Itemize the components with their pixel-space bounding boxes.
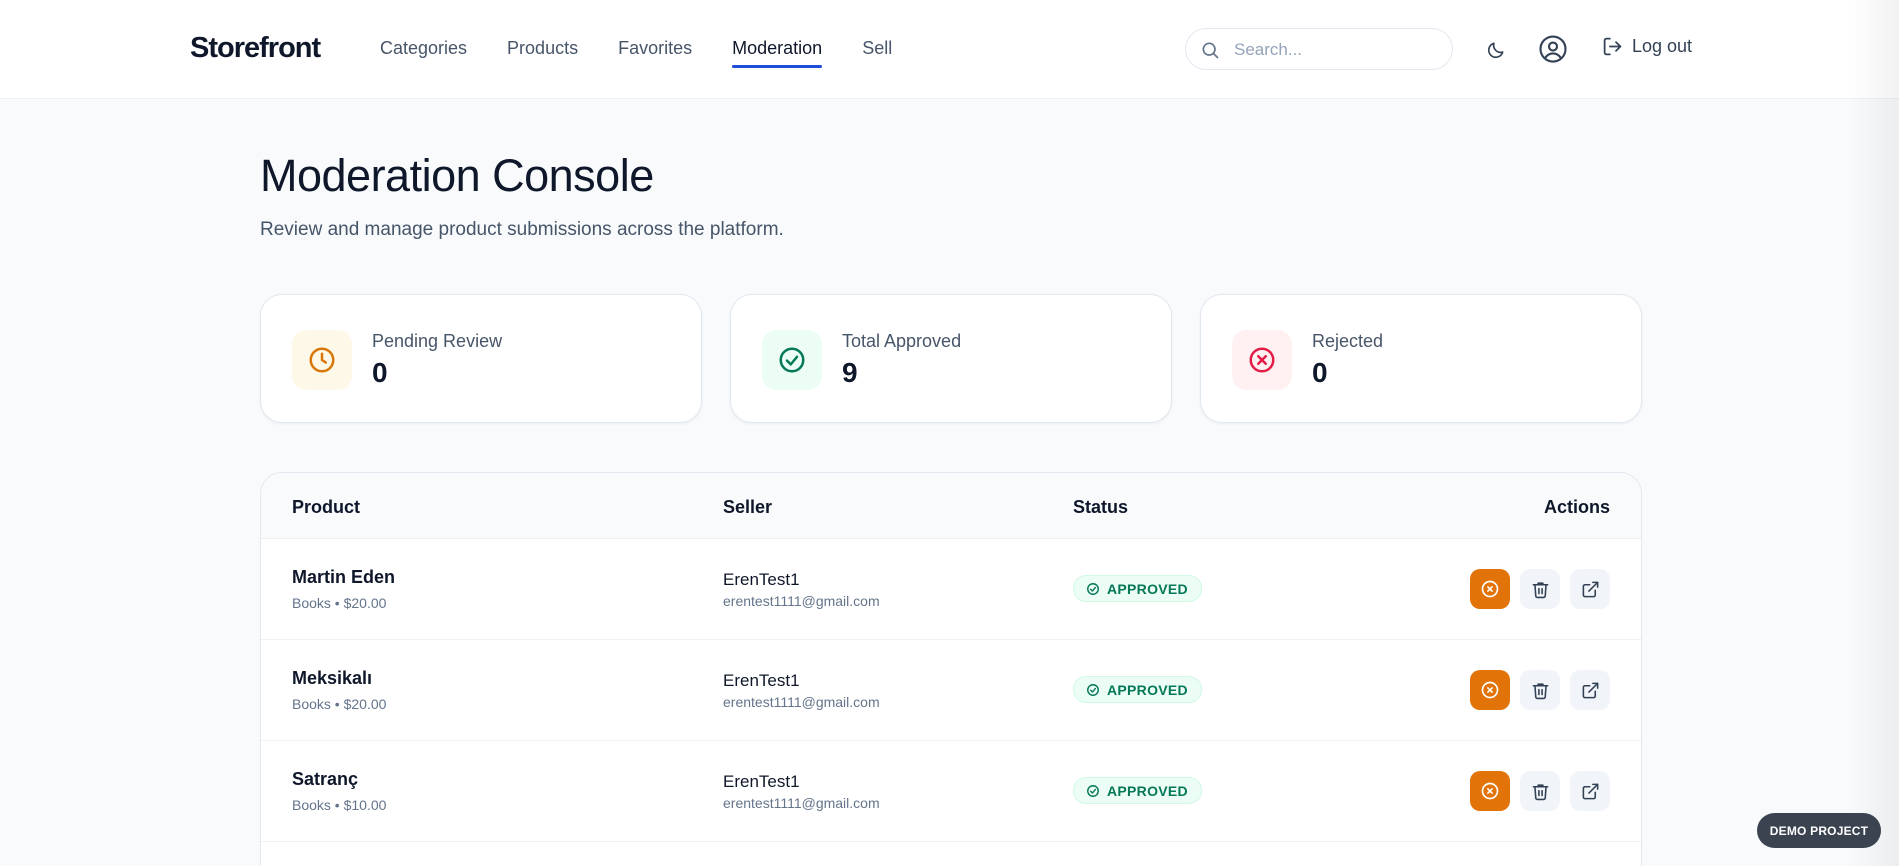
demo-project-badge[interactable]: DEMO PROJECT bbox=[1757, 813, 1881, 848]
main-nav: Categories Products Favorites Moderation… bbox=[380, 38, 932, 68]
product-meta: Books • $10.00 bbox=[292, 797, 387, 813]
column-header-status: Status bbox=[1073, 497, 1129, 517]
reject-button[interactable] bbox=[1470, 771, 1510, 811]
x-circle-icon bbox=[1481, 782, 1499, 800]
x-circle-icon bbox=[1481, 681, 1499, 699]
stat-card-approved: Total Approved 9 bbox=[730, 294, 1172, 423]
status-badge: APPROVED bbox=[1073, 575, 1202, 602]
delete-button[interactable] bbox=[1520, 670, 1560, 710]
seller-email: erentest1111@gmail.com bbox=[723, 593, 880, 609]
external-link-icon bbox=[1582, 682, 1598, 698]
stat-value: 0 bbox=[372, 357, 388, 388]
product-name: Martin Eden bbox=[292, 567, 396, 587]
logout-icon bbox=[1603, 37, 1622, 56]
open-external-button[interactable] bbox=[1570, 670, 1610, 710]
stat-card-rejected: Rejected 0 bbox=[1200, 294, 1642, 423]
logout-label: Log out bbox=[1632, 36, 1693, 56]
external-link-icon bbox=[1582, 581, 1598, 597]
status-badge: APPROVED bbox=[1073, 676, 1202, 703]
product-name: Satranç bbox=[292, 769, 359, 789]
nav-categories[interactable]: Categories bbox=[380, 38, 467, 68]
page-subtitle: Review and manage product submissions ac… bbox=[260, 219, 784, 240]
logout-button[interactable]: Log out bbox=[1602, 36, 1692, 57]
x-circle-icon bbox=[1481, 580, 1499, 598]
product-name: Meksikalı bbox=[292, 668, 373, 688]
nav-products[interactable]: Products bbox=[507, 38, 578, 68]
seller-name: ErenTest1 bbox=[723, 671, 800, 690]
trash-icon bbox=[1532, 682, 1548, 699]
user-circle-icon bbox=[1539, 35, 1567, 63]
nav-sell[interactable]: Sell bbox=[862, 38, 892, 68]
status-text: APPROVED bbox=[1107, 681, 1188, 698]
profile-button[interactable] bbox=[1537, 33, 1569, 65]
column-header-actions: Actions bbox=[1543, 497, 1610, 517]
table-header: Product Seller Status Actions bbox=[261, 473, 1641, 539]
brand-logo[interactable]: Storefront bbox=[190, 32, 321, 65]
trash-icon bbox=[1532, 783, 1548, 800]
product-meta: Books • $20.00 bbox=[292, 595, 387, 611]
edge-shadow bbox=[1846, 0, 1899, 866]
trash-icon bbox=[1532, 581, 1548, 598]
table-row: Martin Eden Books • $20.00 ErenTest1 ere… bbox=[261, 539, 1641, 640]
check-circle-icon bbox=[1087, 683, 1099, 696]
reject-button[interactable] bbox=[1470, 670, 1510, 710]
moderation-table: Product Seller Status Actions Martin Ede… bbox=[260, 472, 1642, 866]
stat-label: Rejected bbox=[1312, 331, 1384, 351]
theme-toggle-button[interactable] bbox=[1482, 36, 1510, 64]
stat-label: Total Approved bbox=[842, 331, 962, 351]
nav-moderation[interactable]: Moderation bbox=[732, 38, 823, 68]
stat-label: Pending Review bbox=[372, 331, 503, 351]
column-header-product: Product bbox=[292, 497, 361, 517]
column-header-seller: Seller bbox=[723, 497, 773, 517]
nav-favorites[interactable]: Favorites bbox=[618, 38, 692, 68]
table-row: Meksikalı Books • $20.00 ErenTest1 erent… bbox=[261, 640, 1641, 741]
seller-name: ErenTest1 bbox=[723, 570, 800, 589]
status-badge: APPROVED bbox=[1073, 777, 1202, 804]
check-circle-icon bbox=[1087, 582, 1099, 595]
x-circle-icon bbox=[1232, 330, 1292, 390]
stat-value: 9 bbox=[842, 357, 858, 388]
table-row: Satranç Books • $10.00 ErenTest1 erentes… bbox=[261, 741, 1641, 842]
seller-email: erentest1111@gmail.com bbox=[723, 694, 880, 710]
search-icon bbox=[1202, 42, 1219, 59]
search-box[interactable] bbox=[1185, 28, 1453, 70]
check-circle-icon bbox=[1087, 784, 1099, 797]
open-external-button[interactable] bbox=[1570, 771, 1610, 811]
open-external-button[interactable] bbox=[1570, 569, 1610, 609]
check-circle-icon bbox=[762, 330, 822, 390]
moon-icon bbox=[1487, 42, 1504, 59]
stat-value: 0 bbox=[1312, 357, 1328, 388]
external-link-icon bbox=[1582, 783, 1598, 799]
clock-icon bbox=[292, 330, 352, 390]
stat-card-pending: Pending Review 0 bbox=[260, 294, 702, 423]
delete-button[interactable] bbox=[1520, 771, 1560, 811]
delete-button[interactable] bbox=[1520, 569, 1560, 609]
status-text: APPROVED bbox=[1107, 580, 1188, 597]
product-meta: Books • $20.00 bbox=[292, 696, 387, 712]
top-navbar: Storefront Categories Products Favorites… bbox=[0, 0, 1899, 99]
page-title: Moderation Console bbox=[260, 150, 654, 201]
seller-name: ErenTest1 bbox=[723, 772, 800, 791]
seller-email: erentest1111@gmail.com bbox=[723, 795, 880, 811]
search-input[interactable] bbox=[1234, 38, 1434, 62]
status-text: APPROVED bbox=[1107, 782, 1188, 799]
reject-button[interactable] bbox=[1470, 569, 1510, 609]
